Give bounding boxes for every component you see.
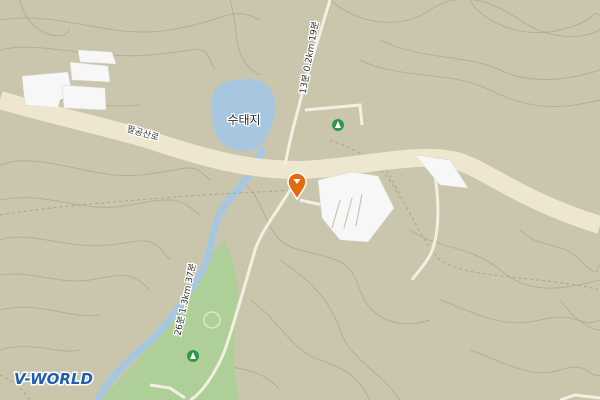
map-canvas: 수태지 팔공산로 13분 0.2km 19분 26분 1.3km 37분 V-W…	[0, 0, 600, 400]
tent-icon[interactable]	[187, 350, 199, 362]
pond-label: 수태지	[227, 113, 260, 127]
tent-icon[interactable]	[332, 119, 344, 131]
vworld-logo-text: V-WORLD	[14, 370, 93, 388]
vworld-logo: V-WORLD	[13, 369, 95, 390]
map-viewport[interactable]: 수태지 팔공산로 13분 0.2km 19분 26분 1.3km 37분 V-W…	[0, 0, 600, 400]
